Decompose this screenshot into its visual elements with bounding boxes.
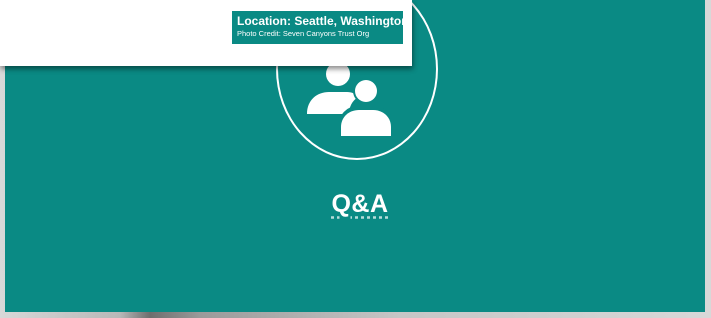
people-discussion-icon: [307, 62, 395, 138]
slide-title: Q&A: [331, 190, 389, 218]
caption-credit: Photo Credit: Seven Canyons Trust Org: [237, 29, 370, 38]
photo-card: Location: Seattle, Washington Photo Cred…: [0, 0, 412, 66]
caption-location: Location: Seattle, Washington: [237, 14, 409, 28]
photo-caption: Location: Seattle, Washington Photo Cred…: [232, 11, 409, 44]
